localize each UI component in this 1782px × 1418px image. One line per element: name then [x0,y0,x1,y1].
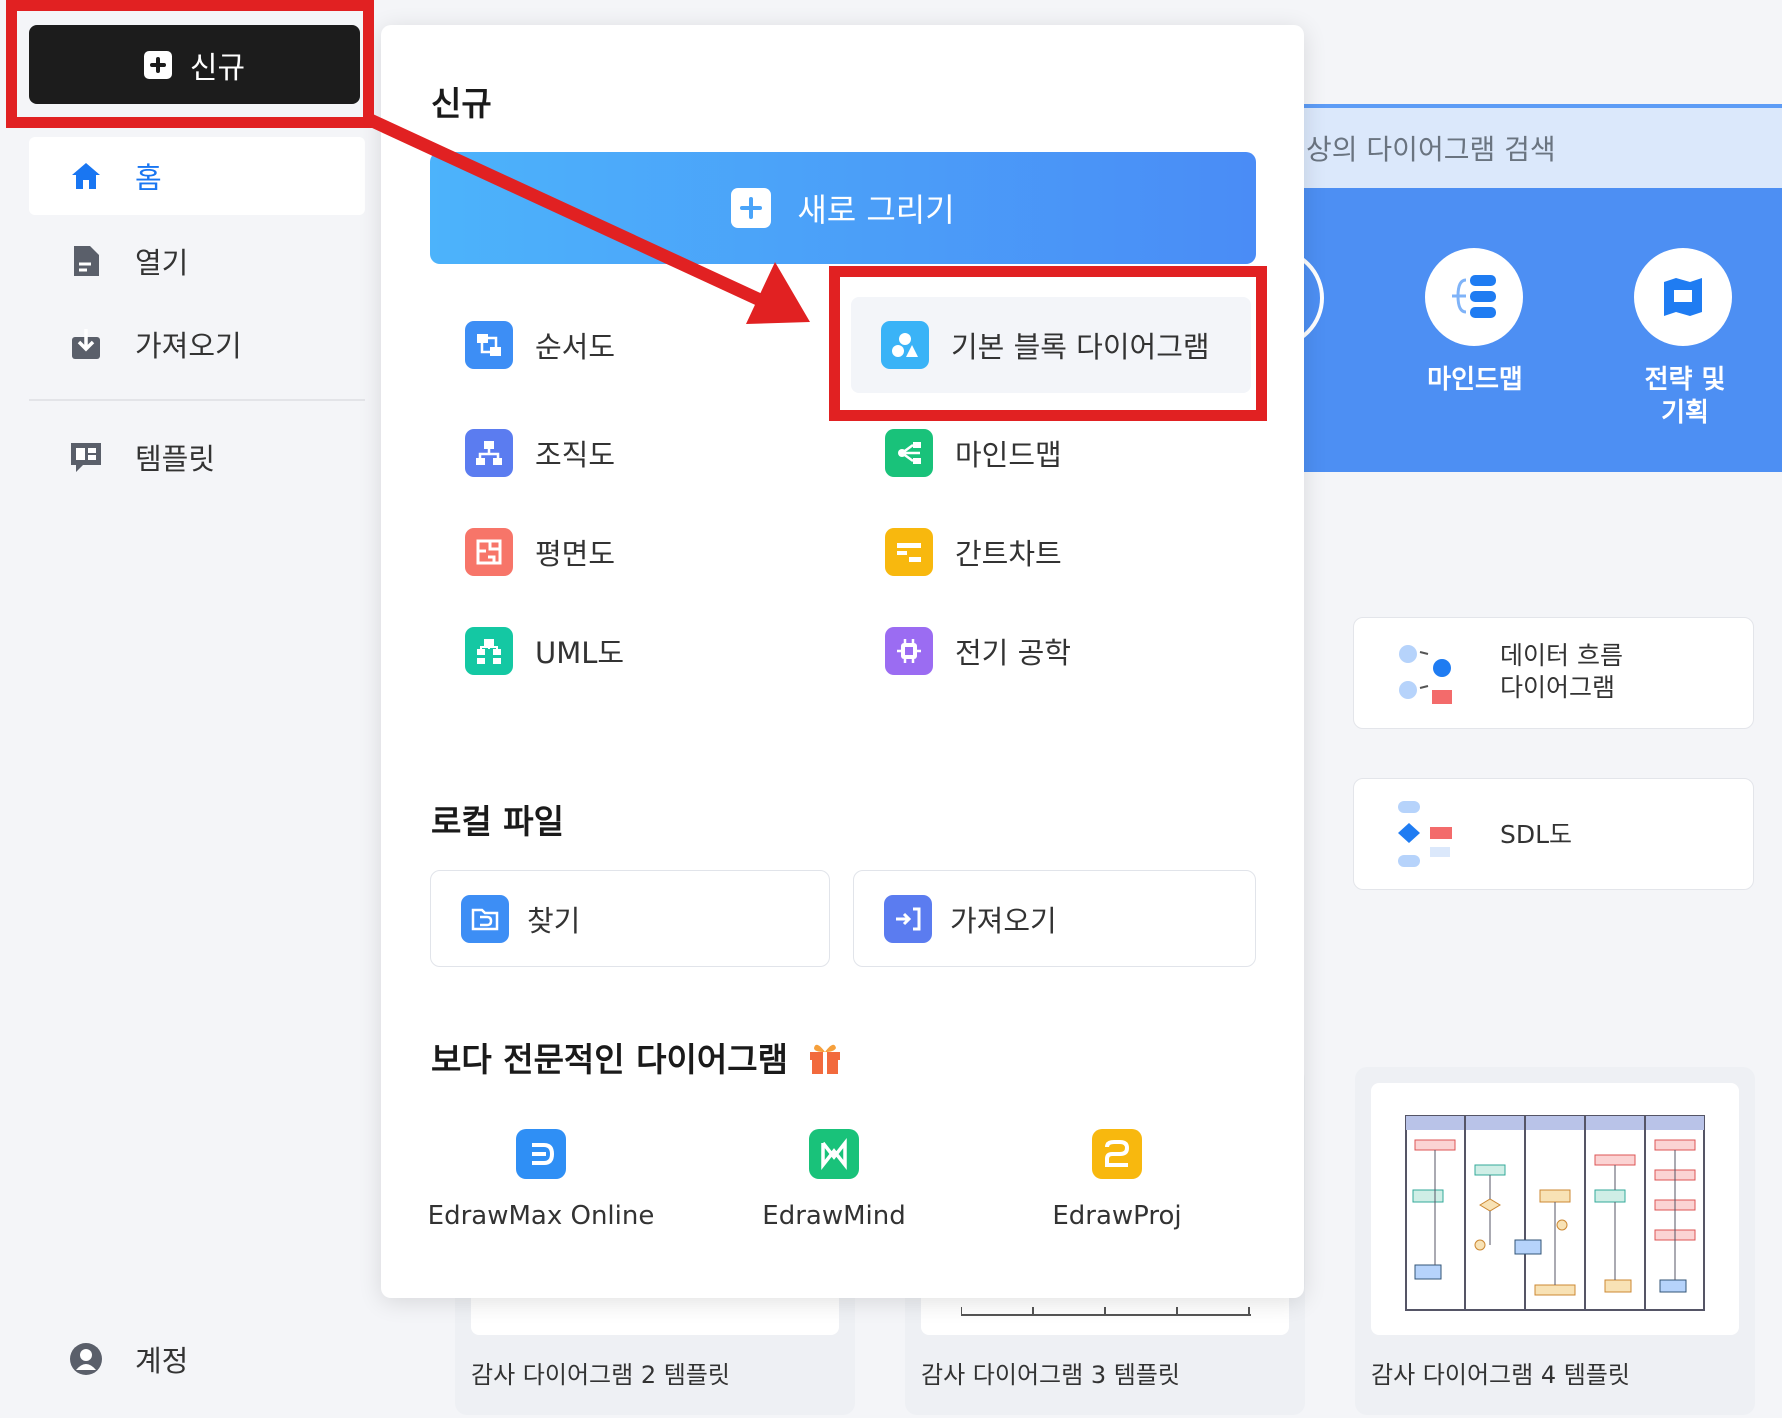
local-find-button[interactable]: 찾기 [430,870,830,967]
template-card-title: SDL도 [1500,820,1573,849]
diagram-type-label: 기본 블록 다이어그램 [951,330,1210,364]
mind-map-icon [885,429,933,477]
gift-icon [809,1044,840,1074]
draw-new-button[interactable]: 새로 그리기 [430,152,1256,264]
home-icon [69,159,103,193]
sidebar-divider [29,399,365,401]
floor-plan-icon [465,528,513,576]
sidebar-item-import[interactable]: 가져오기 [29,305,365,383]
product-label: EdrawMind [762,1201,906,1231]
diagram-type-org-chart[interactable]: 조직도 [381,405,801,501]
template-card-sdl[interactable]: SDL도 [1353,778,1754,890]
new-section-title: 신규 [431,84,492,123]
edrawmind-logo-icon [809,1129,859,1179]
pro-diagrams-section-title: 보다 전문적인 다이어그램 [431,1033,844,1081]
diagram-type-label: 평면도 [535,537,616,571]
sidebar-item-open[interactable]: 열기 [29,222,365,300]
diagram-type-label: 마인드맵 [955,438,1062,472]
diagram-type-label: UML도 [535,636,625,670]
search-placeholder: 상의 다이어그램 검색 [1306,133,1556,166]
document-icon [69,244,103,278]
product-edrawmax-online[interactable]: EdrawMax Online [411,1129,671,1231]
draw-new-label: 새로 그리기 [797,191,955,229]
category-strategy-label: 전략 및 기획 [1644,365,1726,428]
template-thumb-label: 감사 다이어그램 4 템플릿 [1371,1361,1630,1389]
product-edrawproj[interactable]: EdrawProj [987,1129,1247,1231]
diagram-type-uml[interactable]: UML도 [381,603,801,699]
import-icon [69,327,103,361]
sidebar-item-label: 홈 [135,161,162,195]
template-thumbnail [1371,1083,1739,1335]
template-thumb-label: 감사 다이어그램 3 템플릿 [921,1361,1180,1389]
plus-icon [731,188,772,228]
category-mindmap-button[interactable] [1425,248,1523,346]
uml-icon [465,627,513,675]
local-import-button[interactable]: 가져오기 [853,870,1256,967]
template-thumb-card[interactable]: 감사 다이어그램 4 템플릿 [1355,1067,1755,1415]
category-strategy-button[interactable] [1634,248,1732,346]
electrical-icon [885,627,933,675]
sidebar-item-home[interactable]: 홈 [29,137,365,215]
sidebar-item-label: 가져오기 [135,329,242,363]
template-icon [69,440,103,474]
new-document-popup: 신규 새로 그리기 순서도 기본 블록 다이어그램 조직도 마인드맵 평면도 간… [381,25,1304,1298]
new-button[interactable]: 신규 [29,25,360,104]
product-label: EdrawProj [1052,1201,1182,1231]
template-thumb-label: 감사 다이어그램 2 템플릿 [471,1361,730,1389]
template-card-data-flow[interactable]: 데이터 흐름 다이어그램 [1353,617,1754,729]
folder-search-icon [461,894,509,943]
swimlane-diagram-thumbnail [1405,1115,1705,1311]
pro-section-title-text: 보다 전문적인 다이어그램 [431,1040,788,1079]
diagram-type-label: 조직도 [535,438,616,472]
new-button-label: 신규 [189,50,246,86]
edrawproj-logo-icon [1092,1129,1142,1179]
local-import-label: 가져오기 [950,903,1057,938]
diagram-type-label: 순서도 [535,330,616,364]
diagram-type-floor-plan[interactable]: 평면도 [381,504,801,600]
sidebar-item-label: 계정 [135,1344,189,1378]
sdl-icon [1398,801,1452,867]
import-arrow-icon [884,894,932,943]
diagram-type-mind-map[interactable]: 마인드맵 [801,405,1241,501]
product-label: EdrawMax Online [427,1201,655,1231]
diagram-type-label: 전기 공학 [955,636,1071,670]
category-mindmap-label: 마인드맵 [1427,365,1523,395]
gantt-chart-icon [885,528,933,576]
diagram-type-flowchart[interactable]: 순서도 [381,297,801,393]
org-chart-icon [465,429,513,477]
basic-shapes-icon [881,321,929,369]
sidebar-item-account[interactable]: 계정 [29,1320,365,1398]
sidebar-item-templates[interactable]: 템플릿 [29,418,365,496]
edrawmax-logo-icon [516,1129,566,1179]
sidebar-item-label: 열기 [135,246,189,280]
user-icon [69,1342,103,1376]
mind-map-icon [1452,275,1496,318]
sidebar: 신규 홈 열기 가져오기 템플릿 계정 [0,0,405,1418]
diagram-type-gantt-chart[interactable]: 간트차트 [801,504,1241,600]
diagram-type-label: 간트차트 [955,537,1062,571]
template-card-title: 데이터 흐름 다이어그램 [1500,641,1623,702]
diagram-type-basic-block[interactable]: 기본 블록 다이어그램 [851,297,1251,393]
diagram-type-electrical[interactable]: 전기 공학 [801,603,1241,699]
product-edrawmind[interactable]: EdrawMind [704,1129,964,1231]
plus-icon [143,50,172,79]
local-find-label: 찾기 [527,903,581,938]
strategy-map-icon [1664,278,1702,316]
flowchart-icon [465,321,513,369]
local-files-section-title: 로컬 파일 [431,802,564,841]
data-flow-icon [1399,645,1452,704]
sidebar-item-label: 템플릿 [135,442,216,476]
